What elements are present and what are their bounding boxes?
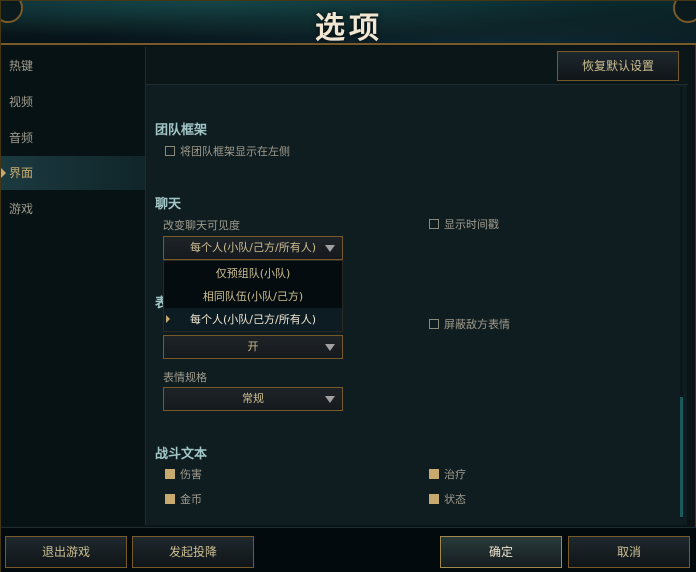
chat-visibility-menu: 仅预组队(小队) 相同队伍(小队/己方) 每个人(小队/己方/所有人) <box>163 260 343 332</box>
sidebar-item-interface[interactable]: 界面 <box>1 156 145 190</box>
confirm-button[interactable]: 确定 <box>440 536 562 568</box>
menu-item-everyone[interactable]: 每个人(小队/己方/所有人) <box>164 308 342 331</box>
damage-label: 伤害 <box>180 468 202 481</box>
options-window: 选项 热键 视频 音频 界面 游戏 恢复默认设置 团队框架 将团队框架显示在左侧 <box>0 0 696 572</box>
emotes-toggle-dropdown[interactable]: 开 <box>163 335 343 359</box>
selected-arrow-icon <box>166 315 170 323</box>
gold-checkbox[interactable] <box>165 494 175 504</box>
sidebar-item-label: 界面 <box>9 166 34 180</box>
sidebar-item-label: 视频 <box>9 95 34 109</box>
sidebar-item-label: 音频 <box>9 131 34 145</box>
window-header: 选项 <box>1 1 696 45</box>
surrender-button[interactable]: 发起投降 <box>132 536 254 568</box>
sidebar-item-label: 热键 <box>9 59 34 73</box>
heal-checkbox[interactable] <box>429 469 439 479</box>
timestamp-checkbox[interactable] <box>429 219 439 229</box>
chat-visibility-value: 每个人(小队/己方/所有人) <box>190 241 316 254</box>
damage-checkbox[interactable] <box>165 469 175 479</box>
active-arrow-icon <box>1 168 6 178</box>
sidebar-item-video[interactable]: 视频 <box>1 85 145 119</box>
settings-content: 恢复默认设置 团队框架 将团队框架显示在左侧 聊天 改变聊天可见度 每个人(小队… <box>145 47 688 525</box>
cancel-button[interactable]: 取消 <box>568 536 690 568</box>
team-frames-left-label: 将团队框架显示在左侧 <box>180 145 290 158</box>
emotes-toggle-value: 开 <box>247 340 259 353</box>
scrollbar-thumb[interactable] <box>680 397 683 517</box>
status-checkbox[interactable] <box>429 494 439 504</box>
footer-bar: 退出游戏 发起投降 确定 取消 <box>1 527 696 572</box>
mute-enemy-emotes-label: 屏蔽敌方表情 <box>444 318 510 331</box>
sidebar-item-label: 游戏 <box>9 202 34 216</box>
team-frames-left-checkbox[interactable] <box>165 146 175 156</box>
content-toolbar: 恢复默认设置 <box>146 47 688 85</box>
status-label: 状态 <box>444 493 466 506</box>
chevron-down-icon <box>325 396 335 403</box>
team-frames-title: 团队框架 <box>155 123 208 138</box>
combat-text-title: 战斗文本 <box>155 447 208 462</box>
emote-size-value: 常规 <box>242 392 264 405</box>
sidebar-item-hotkeys[interactable]: 热键 <box>1 49 145 83</box>
gold-label: 金币 <box>180 493 202 506</box>
chat-visibility-dropdown[interactable]: 每个人(小队/己方/所有人) <box>163 236 343 260</box>
emote-size-dropdown[interactable]: 常规 <box>163 387 343 411</box>
restore-defaults-button[interactable]: 恢复默认设置 <box>557 51 679 81</box>
emote-size-label: 表情规格 <box>163 371 207 384</box>
chat-visibility-label: 改变聊天可见度 <box>163 219 240 232</box>
menu-item-team[interactable]: 相同队伍(小队/己方) <box>164 285 342 308</box>
sidebar: 热键 视频 音频 界面 游戏 <box>1 47 145 525</box>
menu-item-premade[interactable]: 仅预组队(小队) <box>164 262 342 285</box>
sidebar-item-audio[interactable]: 音频 <box>1 121 145 155</box>
mute-enemy-emotes-checkbox[interactable] <box>429 319 439 329</box>
heal-label: 治疗 <box>444 468 466 481</box>
menu-item-label: 每个人(小队/己方/所有人) <box>190 313 316 326</box>
chevron-down-icon <box>325 245 335 252</box>
timestamp-label: 显示时间戳 <box>444 218 499 231</box>
exit-game-button[interactable]: 退出游戏 <box>5 536 127 568</box>
sidebar-item-game[interactable]: 游戏 <box>1 192 145 226</box>
window-title: 选项 <box>315 11 383 45</box>
chevron-down-icon <box>325 344 335 351</box>
chat-title: 聊天 <box>155 197 182 212</box>
